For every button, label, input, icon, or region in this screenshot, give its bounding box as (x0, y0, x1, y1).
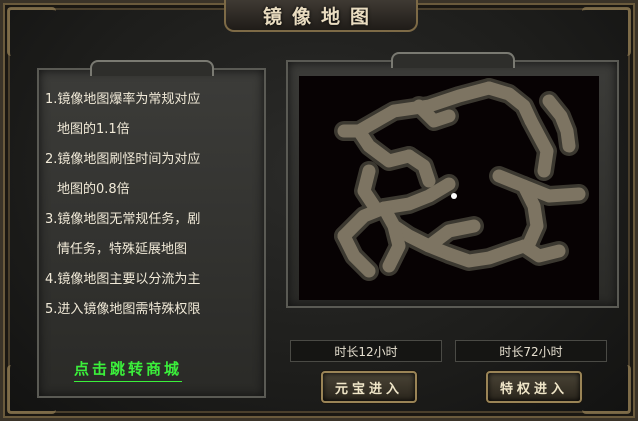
rule-line: 地图的1.1倍 (57, 122, 130, 137)
dialog-title: 镜像地图 (262, 5, 379, 28)
frame-corner-ornament (582, 365, 631, 414)
enter-with-privilege-button[interactable]: 特权进入 (486, 371, 582, 403)
rule-line: 情任务，特殊延展地图 (57, 242, 188, 257)
frame-corner-ornament (7, 7, 56, 56)
rule-line: 4.镜像地图主要以分流为主 (45, 272, 201, 287)
rule-line: 3.镜像地图无常规任务，剧 (45, 212, 201, 227)
player-marker-icon (451, 193, 457, 199)
rule-line: 1.镜像地图爆率为常规对应 (45, 92, 201, 107)
rule-line: 地图的0.8倍 (57, 182, 130, 197)
panel-ornament (89, 60, 214, 76)
map-corridor (337, 124, 416, 168)
map-floor (334, 78, 589, 281)
panel-ornament (390, 52, 515, 68)
shop-link[interactable]: 点击跳转商城 (74, 358, 183, 382)
rule-line: 2.镜像地图刷怪时间为对应 (45, 152, 201, 167)
duration-label-72h: 时长72小时 (455, 340, 607, 362)
map-preview (299, 76, 599, 300)
enter-with-yuanbao-button[interactable]: 元宝进入 (321, 371, 417, 403)
title-plate: 镜像地图 (224, 0, 418, 32)
rule-line: 5.进入镜像地图需特殊权限 (45, 302, 201, 317)
frame-corner-ornament (582, 7, 631, 56)
rules-list: 1.镜像地图爆率为常规对应 地图的1.1倍 2.镜像地图刷怪时间为对应 地图的0… (45, 85, 265, 325)
dungeon-map-image (334, 78, 589, 281)
duration-label-12h: 时长12小时 (290, 340, 442, 362)
